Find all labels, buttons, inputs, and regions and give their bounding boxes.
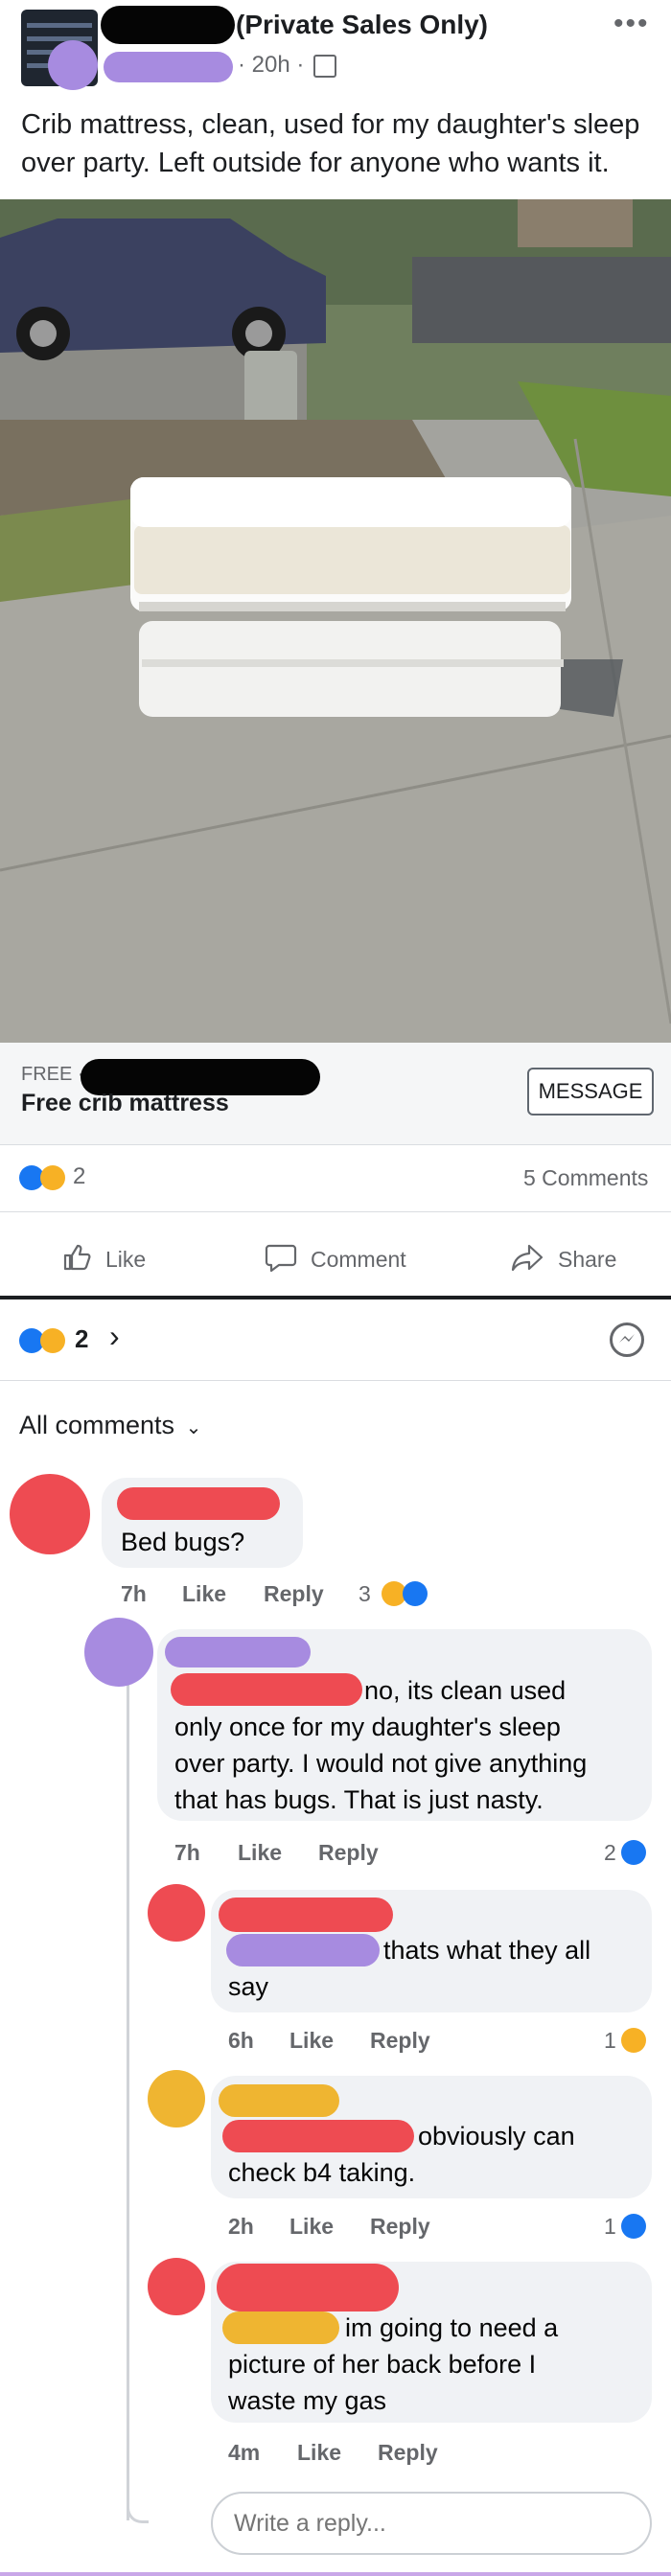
comment-label: Comment [311,1247,406,1272]
post-time: · 20h · [238,52,305,78]
message-button[interactable]: MESSAGE [527,1068,654,1116]
redacted-replier-name [219,1898,393,1932]
reply-time: 6h [228,2028,254,2053]
reply-text-line1: obviously can [418,2122,575,2150]
post-time-value: 20h [251,52,290,78]
comment-reply-link[interactable]: Reply [264,1581,324,1607]
like-label: Like [105,1247,147,1272]
reply-avatar[interactable] [84,1618,153,1687]
reply-like-link[interactable]: Like [238,1840,282,1866]
redacted-group-name [101,6,235,44]
redacted-replier-mention [226,1934,380,1966]
reply-avatar[interactable] [148,2258,205,2315]
comment-filter[interactable]: All comments ⌄ [19,1411,201,1440]
thread-hook [127,2492,149,2523]
redacted-replier-mention [171,1673,362,1706]
comment-time: 7h [121,1581,147,1606]
chevron-down-icon: ⌄ [185,1417,202,1438]
share-button[interactable]: Share [510,1242,635,1280]
chevron-right-icon[interactable]: › [109,1319,120,1354]
reaction-count[interactable]: 2 [73,1163,85,1190]
redacted-replier-name [217,2264,399,2312]
post-photo[interactable] [0,199,671,1043]
redacted-commenter-name [117,1487,280,1520]
stats-divider [0,1211,671,1212]
reply-like-link[interactable]: Like [289,2028,334,2054]
reply-reply-link[interactable]: Reply [370,2214,430,2240]
reply-reply-link[interactable]: Reply [370,2028,430,2054]
post-text: Crib mattress, clean, used for my daught… [21,109,640,178]
group-icon [313,55,336,78]
like-reaction-icon [621,1840,646,1865]
comment-text: Bed bugs? [121,1528,245,1556]
reply-avatar[interactable] [148,1884,205,1942]
reply-text-line2: picture of her back before I [228,2350,537,2379]
reply-time: 4m [228,2440,261,2465]
haha-reaction-icon [40,1328,65,1353]
poster-avatar[interactable] [48,40,98,90]
listing-divider [0,1144,671,1145]
comments-header-divider [0,1380,671,1381]
comment-reaction-count[interactable]: 3 [359,1581,371,1607]
comments-reaction-count[interactable]: 2 [75,1324,88,1354]
reply-text-line3: waste my gas [228,2386,387,2415]
redacted-poster-name [104,52,233,82]
bottom-border [0,2572,671,2576]
reply-reply-link[interactable]: Reply [378,2440,438,2466]
listing-title[interactable]: Free crib mattress [21,1090,229,1117]
redacted-replier-name [219,2084,339,2117]
messenger-icon[interactable] [610,1322,644,1357]
group-name-suffix[interactable]: (Private Sales Only) [236,10,488,40]
share-label: Share [558,1247,617,1272]
reply-avatar[interactable] [148,2070,205,2128]
reply-like-link[interactable]: Like [297,2440,341,2466]
reply-text-line2: say [228,1972,269,2001]
like-button[interactable]: Like [61,1242,176,1280]
redacted-replier-mention [222,2120,414,2152]
share-icon [511,1244,544,1272]
redacted-replier-name [165,1637,311,1668]
haha-reaction-icon [621,2028,646,2053]
mattress-photo [0,199,671,1043]
reply-input[interactable] [211,2492,652,2555]
redacted-replier-mention [222,2312,339,2344]
reply-text-line1: thats what they all [383,1936,591,1965]
reply-reaction-count[interactable]: 1 [604,2214,616,2240]
reply-reaction-count[interactable]: 2 [604,1840,616,1866]
commenter-avatar[interactable] [10,1474,90,1554]
reply-like-link[interactable]: Like [289,2214,334,2240]
reply-thread-line [127,1620,129,2520]
messenger-bolt [619,1334,635,1343]
haha-reaction-icon [40,1165,65,1190]
reply-text-line2: check b4 taking. [228,2158,416,2187]
comment-icon [265,1244,297,1273]
like-reaction-icon [403,1581,428,1606]
reply-text-line3: over party. I would not give anything [174,1749,588,1778]
reply-text-line1: im going to need a [345,2313,559,2342]
comments-count[interactable]: 5 Comments [523,1165,648,1191]
comment-button[interactable]: Comment [265,1242,428,1280]
reply-text-line4: that has bugs. That is just nasty. [174,1785,544,1814]
reply-time: 7h [174,1840,200,1865]
reply-reaction-count[interactable]: 1 [604,2028,616,2054]
like-icon [63,1244,91,1271]
like-reaction-icon [621,2214,646,2239]
comment-filter-label: All comments [19,1411,175,1439]
listing-price: FREE · [21,1064,84,1085]
reply-reply-link[interactable]: Reply [318,1840,379,1866]
reply-time: 2h [228,2214,254,2239]
more-icon[interactable]: ••• [613,8,650,40]
reply-text-line2: only once for my daughter's sleep [174,1713,561,1741]
comment-like-link[interactable]: Like [182,1581,226,1607]
section-separator [0,1296,671,1300]
reply-text-line1: no, its clean used [364,1676,567,1705]
